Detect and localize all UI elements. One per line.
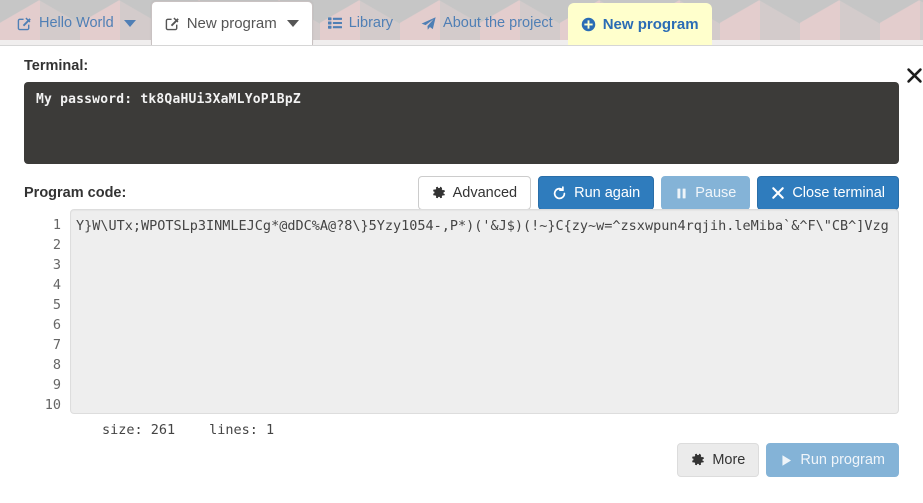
line-number: 7: [52, 337, 61, 353]
edit-square-icon: [17, 16, 32, 31]
run-program-button[interactable]: Run program: [766, 443, 899, 477]
button-label: Close terminal: [792, 184, 885, 201]
code-status-bar: size: 261 lines: 1: [24, 422, 899, 438]
line-number: 9: [52, 377, 61, 393]
status-size: size: 261: [102, 422, 176, 438]
tab-label: Library: [348, 14, 394, 31]
tab-bar: Hello World New program Library About th…: [0, 0, 923, 46]
main-content: Terminal: My password: tk8QaHUi3XaMLYoP1…: [0, 58, 923, 477]
tab-label: Hello World: [39, 14, 114, 31]
plus-circle-icon: [581, 17, 596, 32]
button-label: Advanced: [452, 184, 518, 201]
terminal-label: Terminal:: [24, 58, 89, 74]
line-number: 2: [52, 237, 61, 253]
button-label: More: [712, 451, 746, 468]
line-number-gutter: 1 2 3 4 5 6 7 8 9 10: [24, 209, 70, 414]
line-number: 5: [52, 297, 61, 313]
button-label: Run again: [574, 184, 641, 201]
edit-square-icon: [165, 16, 180, 31]
program-code-label: Program code:: [24, 185, 127, 201]
line-number: 3: [52, 257, 61, 273]
line-number: 4: [52, 277, 61, 293]
button-label: Pause: [695, 184, 737, 201]
close-terminal-button[interactable]: Close terminal: [757, 176, 899, 210]
refresh-icon: [552, 185, 567, 201]
gear-icon: [691, 453, 705, 467]
list-icon: [327, 16, 342, 30]
close-icon: [771, 186, 785, 200]
line-number: 10: [44, 397, 61, 413]
line-number: 6: [52, 317, 61, 333]
line-number: 1: [52, 217, 61, 233]
button-label: Run program: [800, 451, 885, 468]
gear-icon: [432, 186, 446, 200]
tab-hello-world[interactable]: Hello World: [4, 6, 149, 40]
code-editor: 1 2 3 4 5 6 7 8 9 10 Y}W\UTx;WPOTSLp3INM…: [24, 209, 899, 414]
pause-icon: [675, 187, 688, 200]
line-number: 8: [52, 357, 61, 373]
chevron-down-icon: [286, 20, 299, 27]
tab-label: New program: [602, 15, 699, 33]
terminal-output-line: My password: tk8QaHUi3XaMLYoP1BpZ: [36, 92, 301, 107]
run-again-button[interactable]: Run again: [538, 176, 655, 210]
tab-library[interactable]: Library: [315, 6, 406, 40]
chevron-down-icon: [123, 19, 136, 27]
tab-new-program-create[interactable]: New program: [567, 3, 712, 45]
tab-new-program-active[interactable]: New program: [150, 1, 313, 45]
code-line: Y}W\UTx;WPOTSLp3INMLEJCg*@dDC%A@?8\}5Yzy…: [76, 218, 889, 234]
bottom-button-row: More Run program: [24, 443, 899, 477]
terminal-output-panel: My password: tk8QaHUi3XaMLYoP1BpZ: [24, 82, 899, 164]
advanced-button[interactable]: Advanced: [417, 176, 532, 210]
pause-button[interactable]: Pause: [661, 176, 751, 210]
play-icon: [780, 454, 793, 467]
paper-plane-icon: [421, 16, 436, 31]
code-input-area[interactable]: Y}W\UTx;WPOTSLp3INMLEJCg*@dDC%A@?8\}5Yzy…: [70, 209, 899, 414]
more-button[interactable]: More: [677, 443, 760, 477]
close-panel-icon[interactable]: [903, 64, 923, 86]
tab-label: About the project: [443, 14, 553, 31]
tab-label: New program: [186, 15, 277, 32]
status-lines: lines: 1: [209, 422, 275, 438]
tab-about-the-project[interactable]: About the project: [408, 6, 566, 40]
